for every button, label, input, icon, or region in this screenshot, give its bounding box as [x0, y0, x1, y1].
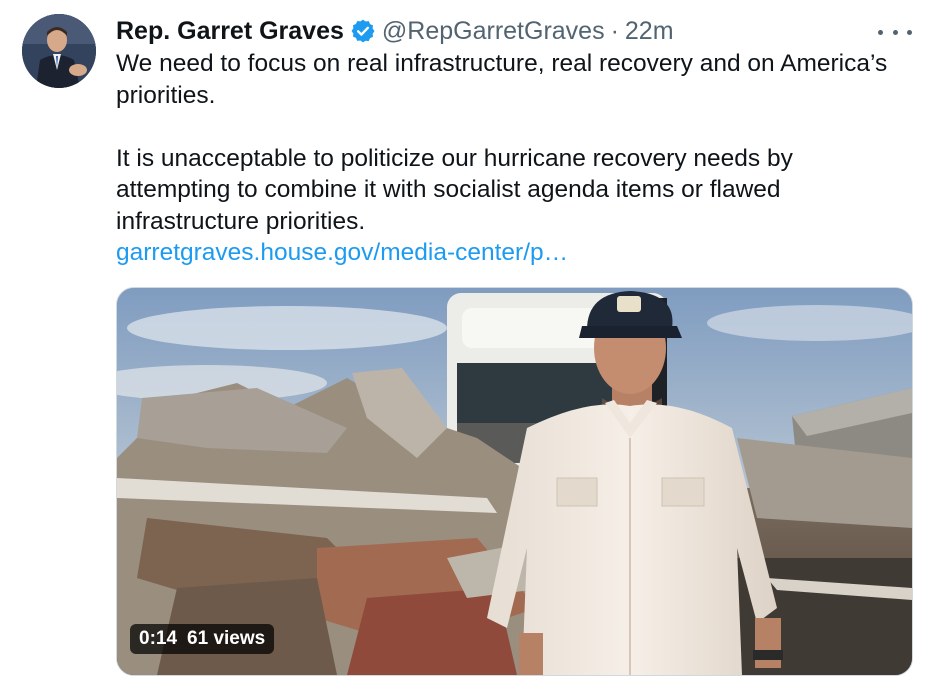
author-handle[interactable]: @RepGarretGraves [382, 14, 605, 48]
avatar[interactable] [22, 14, 96, 88]
more-options-icon[interactable] [878, 22, 912, 42]
video-player[interactable]: 0:14 61 views [116, 287, 913, 676]
tweet-text: We need to focus on real infrastructure,… [116, 48, 906, 269]
tweet-header: Rep. Garret Graves @RepGarretGraves · 22… [116, 14, 674, 48]
video-duration-views-badge: 0:14 61 views [130, 624, 275, 654]
tweet-paragraph-1: We need to focus on real infrastructure,… [116, 50, 888, 109]
author-name[interactable]: Rep. Garret Graves [116, 14, 344, 48]
tweet-link[interactable]: garretgraves.house.gov/media-center/p… [116, 237, 568, 269]
video-thumbnail [117, 288, 912, 675]
video-views: 61 views [187, 628, 266, 649]
tweet: Rep. Garret Graves @RepGarretGraves · 22… [0, 0, 936, 692]
video-duration: 0:14 [139, 628, 178, 649]
separator-dot: · [610, 17, 619, 45]
avatar-image [22, 14, 96, 88]
verified-badge-icon [351, 19, 375, 43]
timestamp[interactable]: 22m [625, 14, 674, 48]
tweet-paragraph-2: It is unacceptable to politicize our hur… [116, 144, 793, 235]
